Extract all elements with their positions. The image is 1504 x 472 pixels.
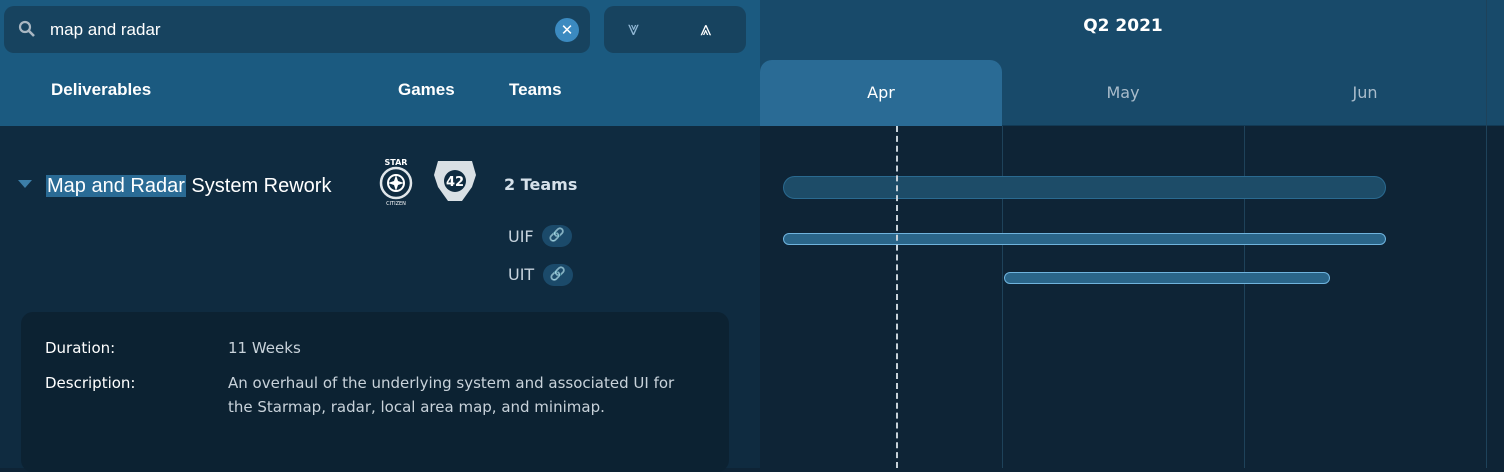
teams-count: 2 Teams: [504, 175, 578, 194]
collapse-all-icon[interactable]: ⩓: [700, 16, 711, 40]
title-rest: System Rework: [185, 175, 332, 197]
team-timeline-bar-uit[interactable]: [1004, 272, 1330, 284]
team-timeline-bar-uif[interactable]: [783, 233, 1386, 245]
expand-all-icon[interactable]: ⩔: [628, 16, 639, 40]
svg-text:CITIZEN: CITIZEN: [386, 201, 406, 207]
month-tab-may[interactable]: May: [1002, 60, 1244, 126]
collapse-caret-icon[interactable]: [18, 180, 32, 188]
duration-label: Duration:: [45, 339, 116, 357]
team-code: UIT: [508, 265, 535, 284]
column-header-deliverables[interactable]: Deliverables: [51, 80, 151, 100]
expand-collapse-controls: ⩔ ⩓: [604, 6, 746, 53]
search-icon: [18, 20, 35, 37]
search-highlight: Map and Radar: [46, 175, 186, 197]
column-header-games[interactable]: Games: [398, 80, 455, 100]
current-date-marker: [896, 126, 898, 468]
quarter-label: Q2 2021: [1083, 16, 1163, 36]
clear-search-button[interactable]: ✕: [555, 18, 579, 42]
column-header-teams[interactable]: Teams: [509, 80, 562, 100]
team-link-icon[interactable]: 🔗: [542, 225, 572, 247]
search-input[interactable]: [50, 18, 530, 42]
deliverable-details: Duration: 11 Weeks Description: An overh…: [21, 312, 729, 472]
month-tab-jun[interactable]: Jun: [1244, 60, 1486, 126]
description-label: Description:: [45, 374, 136, 392]
deliverable-title[interactable]: Map and Radar System Rework: [46, 172, 331, 200]
duration-value: 11 Weeks: [228, 339, 301, 357]
squadron-42-logo: 42: [434, 161, 476, 201]
svg-text:STAR: STAR: [385, 158, 408, 167]
month-divider: [1486, 0, 1487, 468]
month-tab-apr[interactable]: Apr: [760, 60, 1002, 126]
team-code: UIF: [508, 227, 534, 246]
star-citizen-logo: STAR CITIZEN: [379, 158, 413, 207]
svg-text:42: 42: [446, 175, 464, 190]
deliverable-timeline-bar[interactable]: [783, 176, 1386, 199]
search-box: ✕: [4, 6, 590, 53]
description-value: An overhaul of the underlying system and…: [228, 374, 675, 416]
team-link-icon[interactable]: 🔗: [543, 264, 573, 286]
